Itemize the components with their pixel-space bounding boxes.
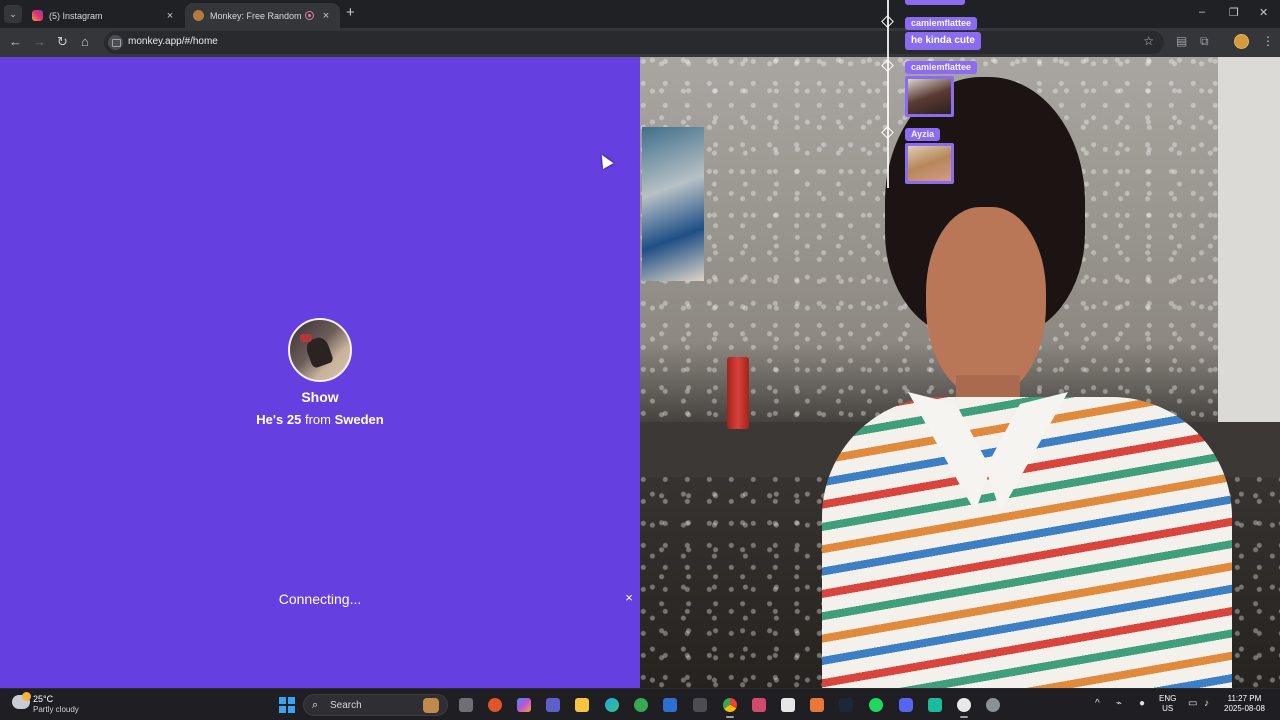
discord-icon[interactable]	[899, 698, 913, 712]
copilot-icon[interactable]	[517, 698, 531, 712]
region-code: US	[1162, 704, 1174, 713]
match-name: Show	[301, 389, 339, 405]
recording-indicator-icon	[305, 11, 314, 20]
minimize-button[interactable]: –	[1199, 6, 1205, 18]
browser-toolbar: ← → ↻ ⌂ monkey.app/#/home ☆ ▤ ⧉ ⋮	[0, 28, 1280, 57]
background-can	[727, 357, 749, 429]
chat-image-thumbnail[interactable]	[905, 76, 954, 117]
match-info-prefix: He's	[256, 412, 284, 427]
address-bar[interactable]: monkey.app/#/home ☆	[104, 31, 1164, 54]
search-highlight-icon	[423, 698, 439, 713]
screen: ⌄ (5) Instagram × Monkey: Free Random Vi…	[0, 0, 1280, 720]
tab-title: Monkey: Free Random Vide	[210, 10, 301, 21]
mouse-cursor-icon	[596, 151, 614, 170]
language-indicator[interactable]: ENG US	[1159, 694, 1176, 714]
spotify-icon[interactable]	[869, 698, 883, 712]
store-icon[interactable]	[693, 698, 707, 712]
tab-monkey[interactable]: Monkey: Free Random Vide ×	[185, 3, 340, 28]
display-icon[interactable]: ▭	[1188, 698, 1197, 709]
home-icon[interactable]: ⌂	[81, 34, 89, 50]
site-info-icon[interactable]	[108, 35, 123, 50]
obs-icon[interactable]	[957, 698, 971, 718]
chat-item-partial	[905, 0, 965, 5]
ea-app-icon[interactable]	[488, 698, 502, 712]
microphone-icon[interactable]: ●	[1139, 698, 1145, 709]
tray-overflow-icon[interactable]: ^	[1095, 698, 1100, 709]
chrome-icon[interactable]	[723, 698, 737, 718]
weather-temperature[interactable]: 25°C	[33, 694, 53, 704]
chat-timeline	[887, 0, 889, 188]
tab-instagram[interactable]: (5) Instagram ×	[24, 3, 184, 28]
windows-taskbar: 25°C Partly cloudy ⌕ Search ^ ⌁ ● ENG US…	[0, 688, 1280, 720]
app-icon-orange[interactable]	[810, 698, 824, 712]
camera-video-feed	[640, 57, 1280, 688]
chat-username: camiemflattee	[905, 17, 978, 30]
match-info: He's 25 from Sweden	[170, 412, 470, 427]
tab-close-button[interactable]: ×	[164, 10, 176, 22]
chat-username: camiemflattee	[905, 61, 978, 74]
system-clock[interactable]: 11:27 PM 2025-08-08	[1224, 694, 1265, 714]
match-country: Sweden	[334, 412, 384, 427]
chat-username: Ayzia	[905, 128, 941, 141]
settings-gear-icon[interactable]	[986, 698, 1000, 712]
match-age: 25	[286, 412, 302, 427]
start-button[interactable]	[279, 697, 295, 713]
close-window-button[interactable]: ✕	[1259, 6, 1268, 19]
monkey-icon	[193, 10, 204, 21]
notepad-icon[interactable]	[781, 698, 795, 712]
back-arrow-icon[interactable]: ←	[9, 34, 22, 50]
chat-message: he kinda cute	[905, 32, 981, 50]
background-wall	[1218, 57, 1280, 437]
profile-avatar-icon[interactable]	[1234, 34, 1249, 49]
maximize-button[interactable]: ❐	[1229, 6, 1239, 19]
volume-icon[interactable]: ♪	[1204, 698, 1209, 709]
task-view-icon[interactable]	[459, 698, 473, 712]
app-icon-teal[interactable]	[928, 698, 942, 712]
language-code: ENG	[1159, 694, 1177, 703]
match-panel: Show He's 25 from Sweden Connecting... ×	[0, 57, 640, 688]
reload-icon[interactable]: ↻	[57, 34, 68, 50]
network-icon[interactable]: ⌁	[1116, 698, 1122, 709]
match-avatar	[288, 318, 352, 382]
teams-icon[interactable]	[546, 698, 560, 712]
new-tab-button[interactable]: +	[346, 5, 355, 21]
match-info-mid: from	[304, 412, 331, 427]
taskbar-search[interactable]: ⌕ Search	[303, 694, 448, 716]
edge-icon[interactable]	[605, 698, 619, 712]
browser-tab-strip: ⌄ (5) Instagram × Monkey: Free Random Vi…	[0, 0, 1280, 28]
search-placeholder: Search	[330, 700, 362, 711]
chat-image-thumbnail[interactable]	[905, 143, 954, 184]
forward-arrow-icon[interactable]: →	[33, 34, 46, 50]
close-match-button[interactable]: ×	[621, 590, 637, 606]
tab-title: (5) Instagram	[49, 10, 103, 21]
steam-icon[interactable]	[839, 698, 853, 712]
leaf-app-icon[interactable]	[634, 698, 648, 712]
clock-time: 11:27 PM	[1227, 694, 1262, 703]
clock-date: 2025-08-08	[1224, 704, 1265, 713]
pen-app-icon[interactable]	[663, 698, 677, 712]
tab-search-button[interactable]: ⌄	[4, 5, 22, 23]
instagram-icon	[32, 10, 43, 21]
tab-close-button[interactable]: ×	[320, 10, 332, 22]
extensions-icon[interactable]: ⧉	[1200, 34, 1209, 49]
reading-list-icon[interactable]: ▤	[1176, 34, 1187, 48]
wall-painting	[642, 127, 704, 281]
connection-status: Connecting...	[278, 591, 362, 607]
person-face	[926, 207, 1046, 397]
menu-kebab-icon[interactable]: ⋮	[1262, 34, 1274, 48]
search-icon: ⌕	[312, 699, 319, 711]
file-explorer-icon[interactable]	[575, 698, 589, 712]
game-app-icon[interactable]	[752, 698, 766, 712]
url-text[interactable]: monkey.app/#/home	[128, 36, 218, 47]
weather-icon[interactable]	[12, 692, 31, 709]
bookmark-star-icon[interactable]: ☆	[1143, 34, 1154, 48]
weather-condition[interactable]: Partly cloudy	[33, 705, 79, 714]
